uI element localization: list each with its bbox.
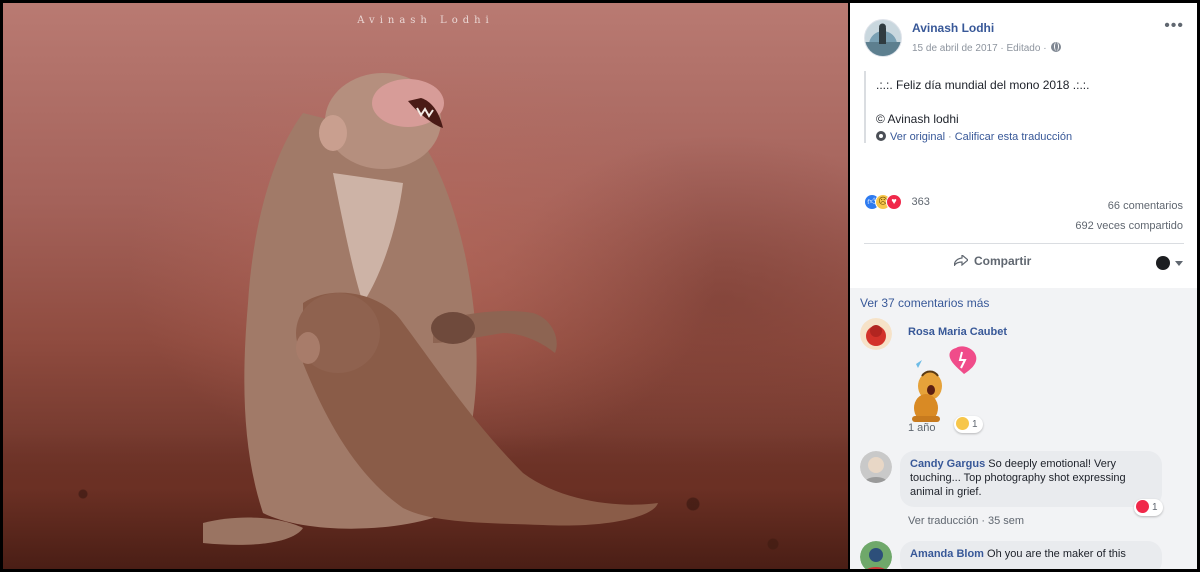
comment-time[interactable]: 1 año [908,422,936,434]
author-name[interactable]: Avinash Lodhi [912,21,994,35]
comment-reaction-count: 1 [972,419,978,430]
commenter-name[interactable]: Amanda Blom [910,548,984,560]
see-translation-link[interactable]: Ver traducción [908,515,978,527]
rate-translation-link[interactable]: Calificar esta traducción [955,131,1072,143]
post-stats: 66 comentarios 692 veces compartido [1075,196,1183,236]
post-text-line-1: .:.:. Feliz día mundial del mono 2018 .:… [876,78,1090,92]
comments-count[interactable]: 66 comentarios [1075,196,1183,216]
comment-reaction-count: 1 [1152,502,1158,513]
avatar-image [860,541,892,569]
commenter-name[interactable]: Rosa Maria Caubet [908,326,1007,338]
translation-row: Ver original · Calificar esta traducción [876,131,1182,143]
author-avatar[interactable] [864,19,902,57]
comments-section: Ver 37 comentarios más Rosa Maria Caubet [850,288,1197,569]
globe-icon[interactable] [1051,42,1062,52]
edited-label[interactable]: Editado [1007,43,1041,54]
love-icon [1136,500,1149,513]
avatar-image [860,451,892,483]
see-original-link[interactable]: Ver original [890,131,945,143]
comment-bubble: Amanda Blom Oh you are the maker of this [900,541,1162,569]
commenter-avatar[interactable] [860,318,892,350]
share-icon [954,255,968,266]
comment-text: Oh you are the maker of this [987,548,1126,560]
commenter-avatar[interactable] [860,451,892,483]
post-text-line-2: © Avinash lodhi [876,112,959,126]
comment-content: Candy Gargus So deeply emotional! Very t… [910,457,1152,499]
translation-separator: · [948,131,952,143]
monkeys-illustration [203,73,658,545]
comment-time[interactable]: 35 sem [988,515,1024,527]
love-icon: ♥︎ [886,193,902,210]
caret-down-icon [1175,261,1183,266]
commenter-name[interactable]: Candy Gargus [910,458,985,470]
post-header: Avinash Lodhi 15 de abril de 2017 · Edit… [864,17,1184,61]
audience-selector[interactable] [1156,256,1184,272]
comment-bubble: Candy Gargus So deeply emotional! Very t… [900,451,1162,507]
share-button[interactable]: Compartir [954,254,1031,268]
post-photo[interactable]: Avinash Lodhi [3,3,848,569]
share-label: Compartir [974,254,1032,268]
comment-reaction-badge[interactable]: 1 [1134,499,1163,516]
post-actions: Compartir [864,248,1184,278]
post-body: .:.:. Feliz día mundial del mono 2018 .:… [864,71,1182,143]
comment-reaction-badge[interactable]: 1 [954,416,983,433]
avatar-image [860,318,892,350]
comment-footer: 1 año [908,422,936,434]
comment-footer: Ver traducción · 35 sem [908,515,1024,527]
sticker-image[interactable] [908,346,978,426]
post-date[interactable]: 15 de abril de 2017 [912,43,998,54]
avatar-mini-icon [1156,256,1170,270]
more-options-icon[interactable]: ••• [1164,17,1184,35]
post-meta: 15 de abril de 2017 · Editado · [912,42,1062,54]
shares-count[interactable]: 692 veces compartido [1075,216,1183,236]
reactions-count: 363 [911,195,930,208]
gear-icon[interactable] [876,131,886,141]
post-side-panel: Avinash Lodhi 15 de abril de 2017 · Edit… [850,3,1197,569]
commenter-avatar[interactable] [860,541,892,569]
comment-content: Amanda Blom Oh you are the maker of this [910,547,1152,561]
avatar-image [865,23,901,56]
footer-separator: · [981,515,985,527]
divider [864,243,1184,244]
meta-separator: · [1043,43,1050,54]
photo-watermark: Avinash Lodhi [357,15,494,26]
sad-icon [956,417,969,430]
view-more-comments-link[interactable]: Ver 37 comentarios más [860,296,989,310]
